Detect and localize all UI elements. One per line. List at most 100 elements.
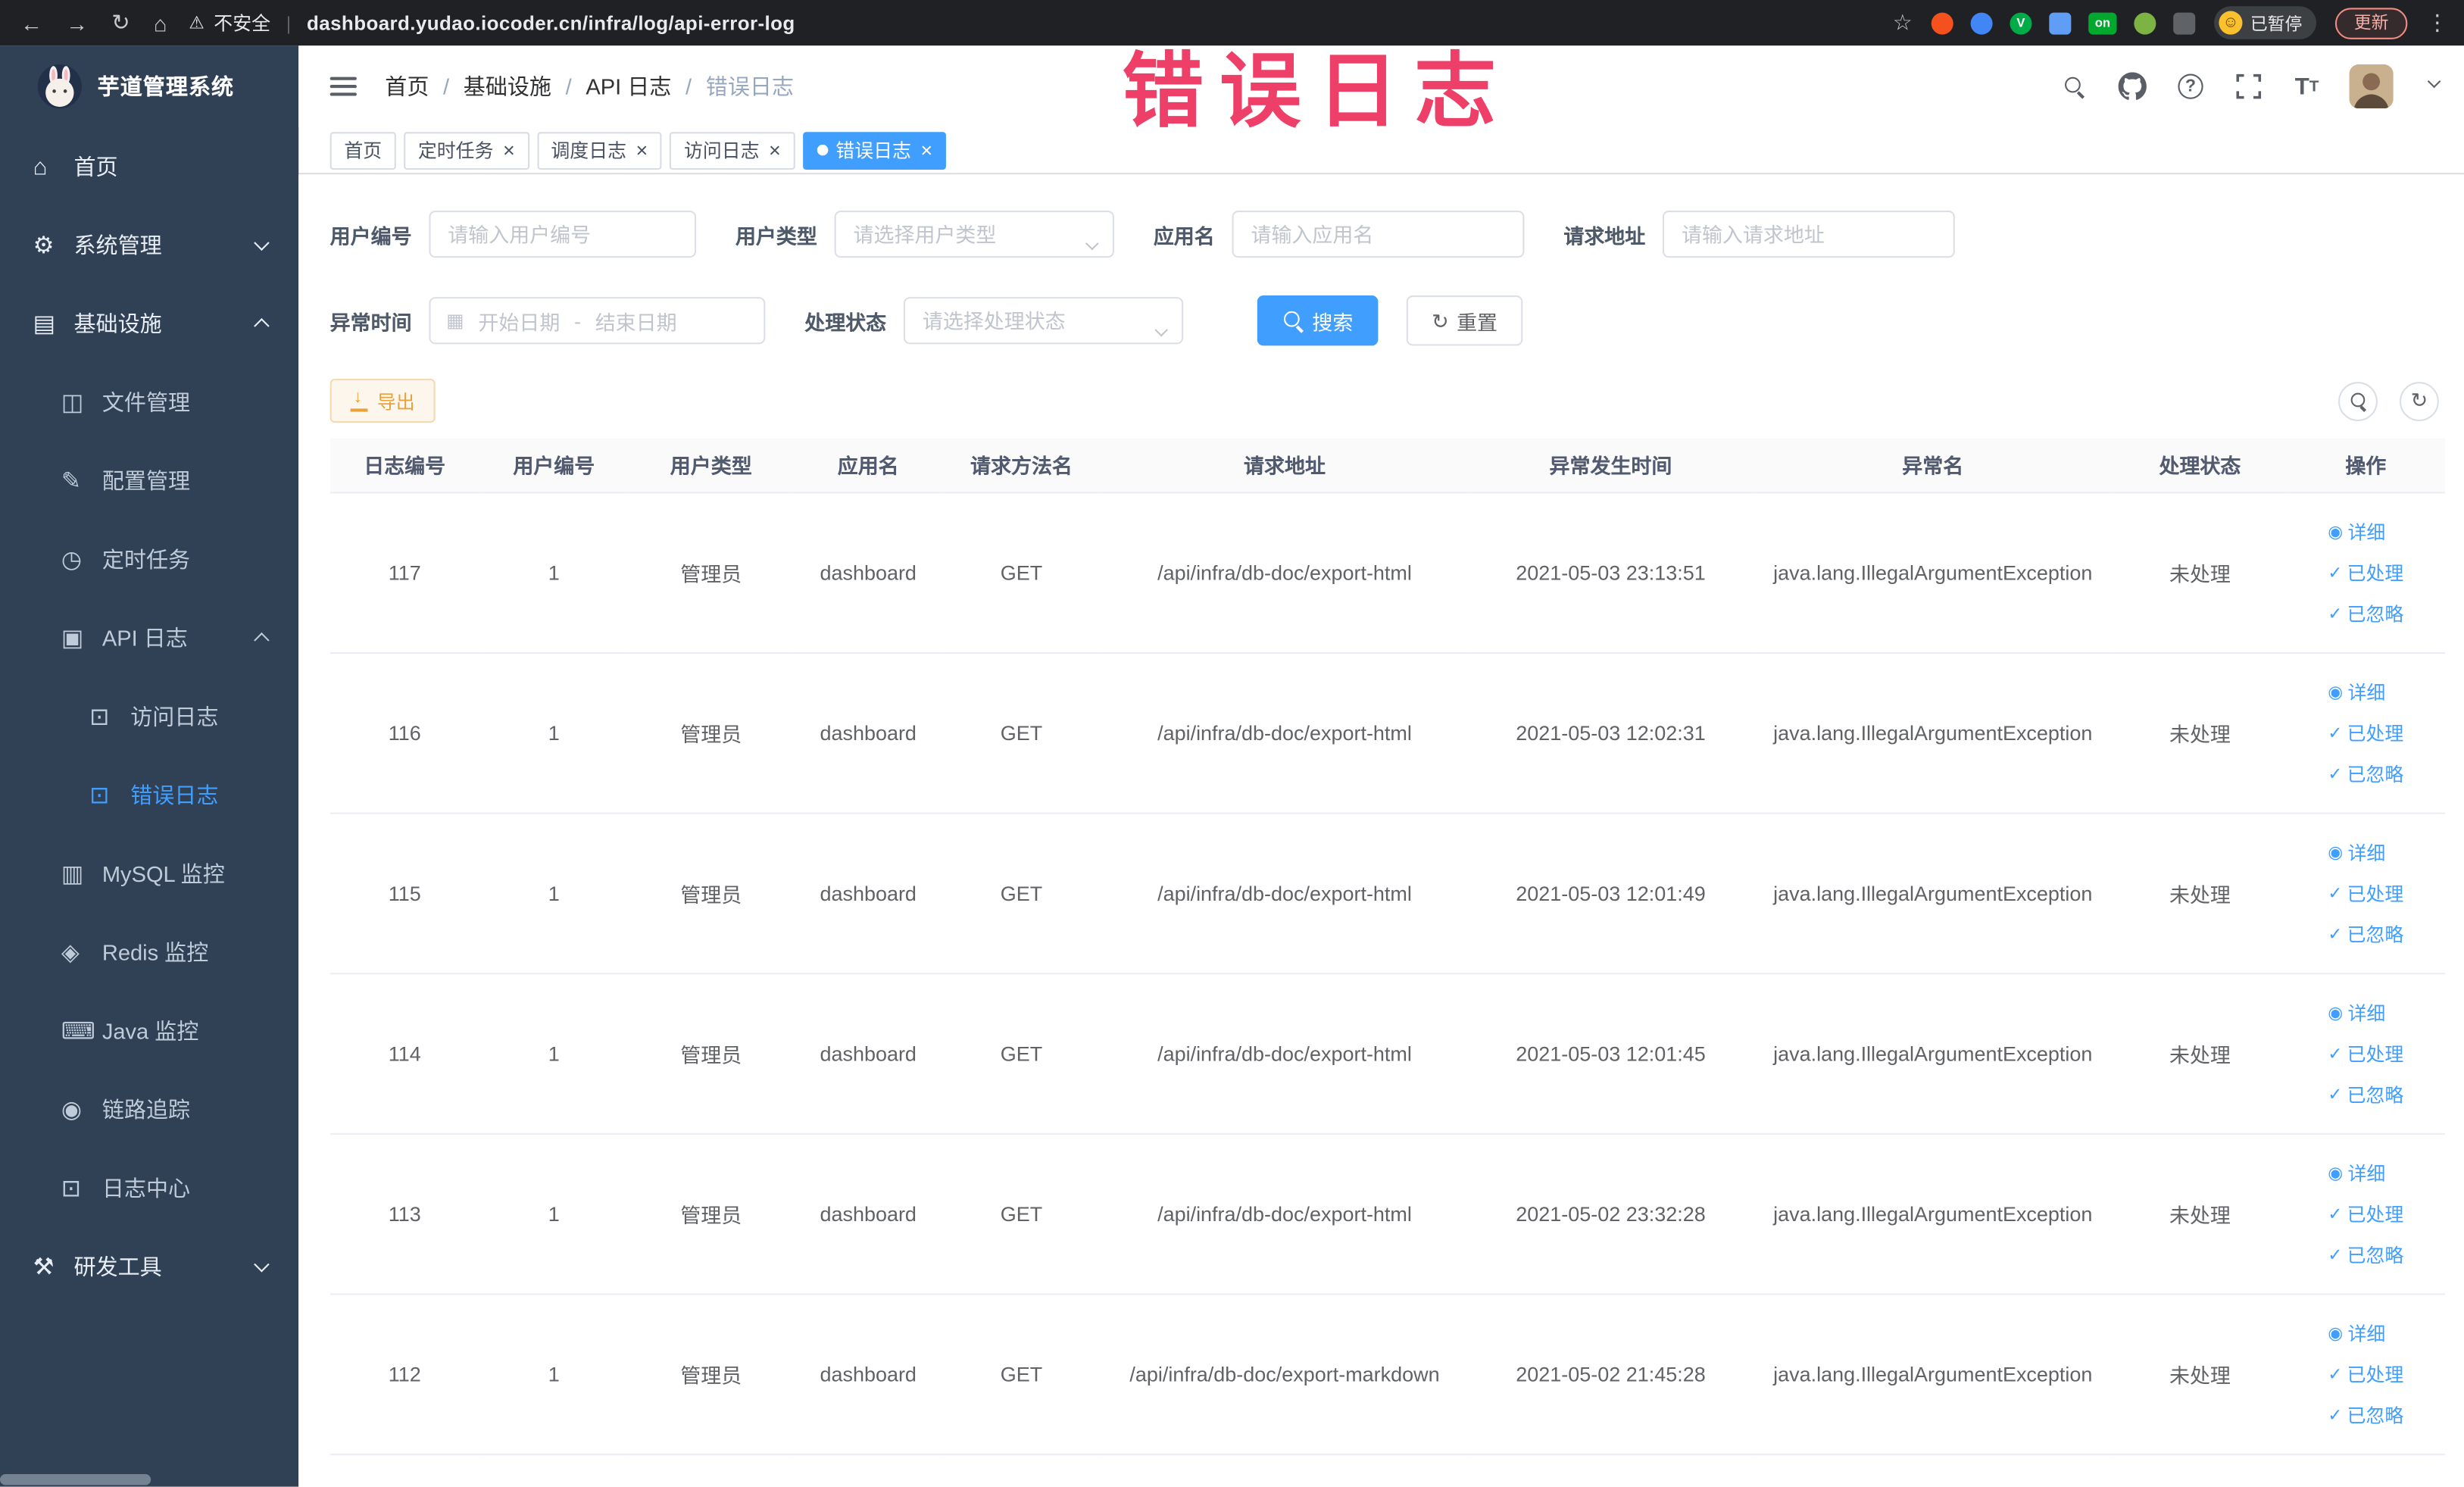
tabs-bar: 首页 定时任务 × 调度日志 × 访问日志 × 错误日志 × bbox=[298, 127, 2464, 175]
update-button[interactable]: 更新 bbox=[2334, 7, 2408, 39]
action-processed[interactable]: ✓ 已处理 bbox=[2328, 712, 2403, 753]
extension-icon[interactable] bbox=[2173, 11, 2196, 34]
action-processed[interactable]: ✓ 已处理 bbox=[2328, 872, 2403, 913]
date-start-placeholder[interactable]: 开始日期 bbox=[478, 306, 560, 336]
action-processed[interactable]: ✓ 已处理 bbox=[2328, 1353, 2403, 1394]
action-label: 详细 bbox=[2347, 1162, 2386, 1185]
search-button[interactable]: 搜索 bbox=[1257, 295, 1379, 346]
action-detail[interactable]: ◉ 详细 bbox=[2328, 671, 2385, 712]
action-ignored[interactable]: ✓ 已忽略 bbox=[2328, 913, 2403, 954]
cell-actions: ◉ 详细 ✓ 已处理 ✓ 已忽略 bbox=[2286, 1293, 2446, 1455]
chevron-down-icon bbox=[1085, 228, 1099, 256]
refresh-table-button[interactable]: ↻ bbox=[2399, 381, 2439, 420]
sidebar-item-scheduled-jobs[interactable]: ◷ 定时任务 bbox=[0, 520, 298, 599]
sidebar-item-label: 配置管理 bbox=[101, 468, 191, 494]
sidebar-toggle-icon[interactable] bbox=[329, 72, 357, 100]
action-ignored[interactable]: ✓ 已忽略 bbox=[2328, 1073, 2403, 1114]
action-detail[interactable]: ◉ 详细 bbox=[2328, 1312, 2385, 1353]
app-name-input[interactable] bbox=[1232, 210, 1525, 258]
action-detail[interactable]: ◉ 详细 bbox=[2328, 992, 2385, 1032]
sidebar-item-home[interactable]: ⌂ 首页 bbox=[0, 127, 298, 206]
close-icon[interactable]: × bbox=[920, 140, 932, 161]
bookmark-star-icon[interactable]: ☆ bbox=[1893, 9, 1913, 36]
chevron-down-icon bbox=[254, 1256, 270, 1273]
sidebar-item-file-management[interactable]: ◫ 文件管理 bbox=[0, 363, 298, 442]
search-icon[interactable] bbox=[2059, 70, 2090, 102]
cell-status: 未处理 bbox=[2113, 1132, 2287, 1295]
tab-job-log[interactable]: 调度日志 × bbox=[536, 131, 662, 170]
process-status-select[interactable] bbox=[903, 297, 1184, 345]
back-icon[interactable]: ← bbox=[20, 10, 42, 35]
reset-button[interactable]: ↻ 重置 bbox=[1406, 295, 1523, 346]
extension-icon[interactable] bbox=[2049, 11, 2072, 34]
extension-icon[interactable]: V bbox=[2010, 11, 2032, 34]
sidebar-item-log-center[interactable]: ⊡ 日志中心 bbox=[0, 1149, 298, 1228]
horizontal-scrollbar[interactable] bbox=[0, 1473, 151, 1485]
fullscreen-icon[interactable] bbox=[2233, 70, 2264, 102]
extension-icon[interactable]: on bbox=[2088, 11, 2117, 34]
sidebar-item-label: 错误日志 bbox=[130, 783, 219, 808]
date-range-picker[interactable]: ▦ 开始日期 - 结束日期 bbox=[429, 297, 766, 345]
tab-error-log[interactable]: 错误日志 × bbox=[802, 131, 947, 170]
sidebar-item-access-log[interactable]: ⊡ 访问日志 bbox=[0, 677, 298, 756]
close-icon[interactable]: × bbox=[503, 140, 515, 161]
breadcrumb-item[interactable]: API 日志 bbox=[586, 70, 671, 102]
github-icon[interactable] bbox=[2117, 70, 2148, 102]
sidebar-item-config-management[interactable]: ✎ 配置管理 bbox=[0, 442, 298, 520]
reload-icon[interactable]: ↻ bbox=[111, 9, 130, 36]
user-avatar[interactable] bbox=[2349, 64, 2394, 109]
cell-method: GET bbox=[942, 651, 1101, 814]
app-logo[interactable]: 芋道管理系统 bbox=[0, 45, 298, 127]
url-text[interactable]: dashboard.yudao.iocoder.cn/infra/log/api… bbox=[307, 12, 795, 34]
sidebar-item-api-log[interactable]: ▣ API 日志 bbox=[0, 598, 298, 677]
cell-log-id: 117 bbox=[329, 492, 479, 654]
breadcrumb-item[interactable]: 基础设施 bbox=[464, 70, 551, 102]
tab-access-log[interactable]: 访问日志 × bbox=[670, 131, 795, 170]
action-ignored[interactable]: ✓ 已忽略 bbox=[2328, 592, 2403, 633]
app-title: 芋道管理系统 bbox=[97, 73, 235, 99]
sidebar-item-system-management[interactable]: ⚙ 系统管理 bbox=[0, 206, 298, 285]
sidebar-item-infrastructure[interactable]: ▤ 基础设施 bbox=[0, 285, 298, 364]
date-end-placeholder[interactable]: 结束日期 bbox=[595, 306, 677, 336]
sidebar-item-mysql-monitor[interactable]: ▥ MySQL 监控 bbox=[0, 835, 298, 914]
extension-icon[interactable] bbox=[1931, 11, 1953, 34]
forward-icon[interactable]: → bbox=[66, 10, 88, 35]
breadcrumb-item[interactable]: 首页 bbox=[385, 70, 429, 102]
action-processed[interactable]: ✓ 已处理 bbox=[2328, 1032, 2403, 1073]
action-detail[interactable]: ◉ 详细 bbox=[2328, 831, 2385, 872]
extension-icon[interactable] bbox=[2134, 11, 2156, 34]
sidebar-item-java-monitor[interactable]: ⌨ Java 监控 bbox=[0, 992, 298, 1070]
action-ignored[interactable]: ✓ 已忽略 bbox=[2328, 1394, 2403, 1435]
sidebar-item-dev-tools[interactable]: ⚒ 研发工具 bbox=[0, 1227, 298, 1306]
cell-exception: java.lang.IllegalArgumentException bbox=[1752, 1132, 2114, 1295]
action-label: 已忽略 bbox=[2347, 1244, 2404, 1267]
action-ignored[interactable]: ✓ 已忽略 bbox=[2328, 753, 2403, 794]
extension-icon[interactable] bbox=[1970, 11, 1993, 34]
close-icon[interactable]: × bbox=[636, 140, 648, 161]
toggle-search-button[interactable] bbox=[2338, 381, 2378, 420]
filter-app-name: 应用名 bbox=[1154, 210, 1525, 258]
site-security[interactable]: ⚠ 不安全 | dashboard.yudao.iocoder.cn/infra… bbox=[189, 9, 795, 36]
request-url-input[interactable] bbox=[1663, 210, 1955, 258]
cell-log-id: 112 bbox=[329, 1293, 479, 1455]
close-icon[interactable]: × bbox=[769, 140, 781, 161]
action-processed[interactable]: ✓ 已处理 bbox=[2328, 551, 2403, 592]
user-id-input[interactable] bbox=[429, 210, 697, 258]
home-icon[interactable]: ⌂ bbox=[154, 10, 167, 35]
tab-job[interactable]: 定时任务 × bbox=[404, 131, 529, 170]
chevron-down-icon[interactable] bbox=[2427, 72, 2441, 100]
font-size-icon[interactable]: TT bbox=[2291, 70, 2322, 102]
help-icon[interactable]: ? bbox=[2175, 70, 2206, 102]
tab-home[interactable]: 首页 bbox=[329, 131, 396, 170]
export-button[interactable]: 导出 bbox=[329, 378, 436, 423]
action-processed[interactable]: ✓ 已处理 bbox=[2328, 1193, 2403, 1234]
browser-menu-icon[interactable]: ⋮ bbox=[2426, 9, 2448, 36]
action-detail[interactable]: ◉ 详细 bbox=[2328, 511, 2385, 551]
user-type-select[interactable] bbox=[834, 210, 1114, 258]
sidebar-item-trace[interactable]: ◉ 链路追踪 bbox=[0, 1070, 298, 1149]
paused-badge[interactable]: ☺ 已暂停 bbox=[2214, 6, 2316, 39]
action-ignored[interactable]: ✓ 已忽略 bbox=[2328, 1234, 2403, 1275]
action-detail[interactable]: ◉ 详细 bbox=[2328, 1152, 2385, 1193]
sidebar-item-redis-monitor[interactable]: ◈ Redis 监控 bbox=[0, 913, 298, 992]
sidebar-item-error-log[interactable]: ⊡ 错误日志 bbox=[0, 756, 298, 835]
